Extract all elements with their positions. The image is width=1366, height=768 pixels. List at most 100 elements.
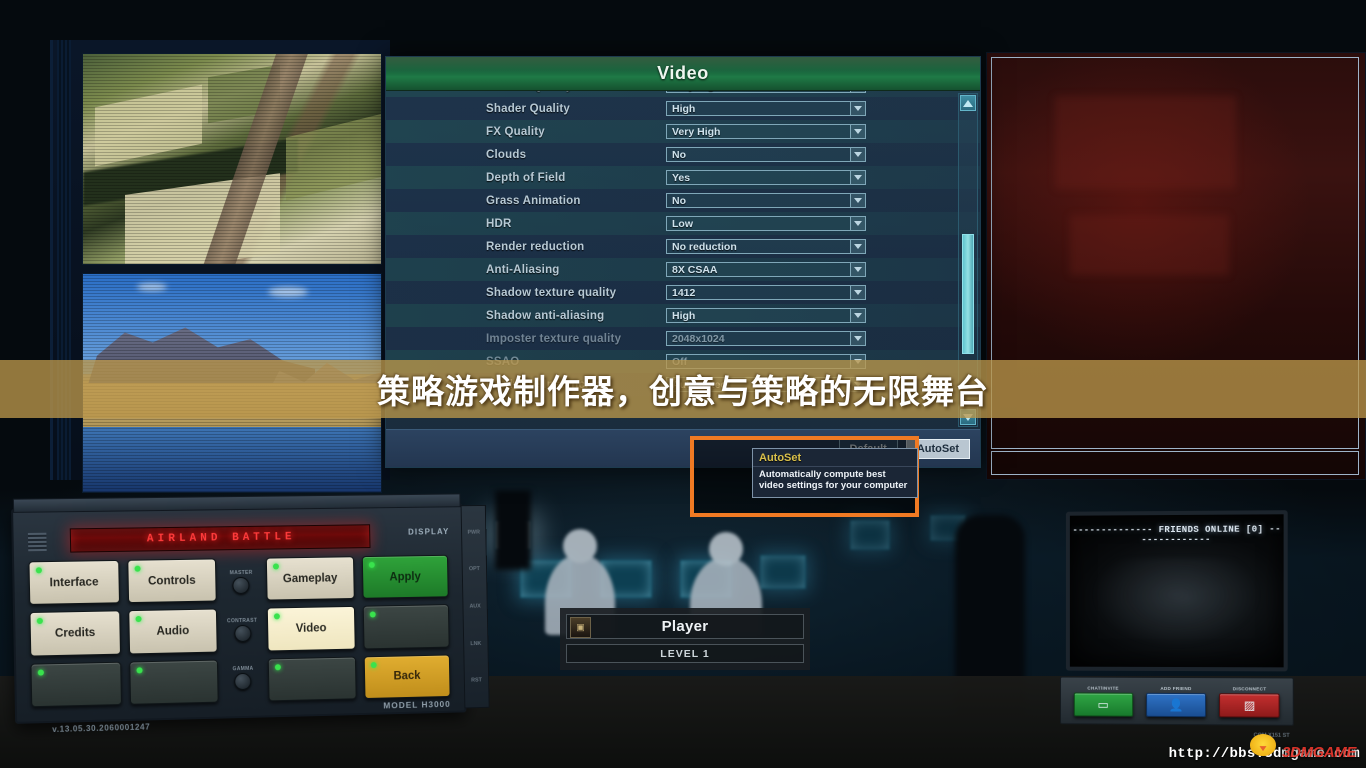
setting-dropdown[interactable]: Very High <box>666 91 866 93</box>
status-led-icon <box>134 616 142 623</box>
hw-button-apply[interactable]: Apply <box>361 554 449 600</box>
hw-button-video[interactable]: Video <box>266 606 356 652</box>
hw-button-controls[interactable]: Controls <box>126 558 217 604</box>
terminal-button-label: DISCONNECT <box>1232 685 1267 691</box>
knob-control[interactable]: CONTRAST <box>227 618 258 643</box>
hw-button-label: Credits <box>54 626 96 640</box>
chevron-down-icon[interactable] <box>850 148 865 161</box>
chick-mascot-icon <box>1250 734 1276 756</box>
setting-dropdown[interactable]: No <box>666 147 866 162</box>
video-window-titlebar: Video <box>386 57 980 91</box>
status-led-icon <box>274 663 281 670</box>
terminal-button-group: ADD FRIEND 👤 <box>1146 685 1207 717</box>
friends-online-header: -------------- FRIENDS ONLINE [0] ------… <box>1072 524 1282 546</box>
setting-label: Anti-Aliasing <box>486 263 560 276</box>
promo-banner-overlay: 策略游戏制作器，创意与策略的无限舞台 <box>0 360 1366 418</box>
status-led-icon <box>135 666 143 674</box>
terminal-button-blue[interactable]: 👤 <box>1146 692 1207 717</box>
tooltip-title: AutoSet <box>759 452 802 464</box>
hw-button-label: Controls <box>147 574 196 588</box>
hw-button-label: Gameplay <box>282 572 338 585</box>
chevron-down-icon[interactable] <box>850 240 865 253</box>
setting-dropdown[interactable]: Yes <box>666 170 866 185</box>
setting-value: 1412 <box>672 286 696 299</box>
knob-dial-icon[interactable] <box>232 576 251 595</box>
scrollbar-thumb[interactable] <box>962 234 974 354</box>
hw-button-interface[interactable]: Interface <box>28 559 120 606</box>
setting-row: Imposter texture quality 2048x1024 <box>386 327 980 350</box>
chevron-down-icon[interactable] <box>850 125 865 138</box>
hardware-model-label: MODEL H3000 <box>383 698 451 711</box>
setting-dropdown[interactable]: 8X CSAA <box>666 262 866 277</box>
setting-label: Shadow anti-aliasing <box>486 309 605 322</box>
knob-control[interactable]: GAMMA <box>233 666 254 691</box>
setting-dropdown[interactable]: High <box>666 308 866 323</box>
hw-button-blank[interactable] <box>362 604 450 650</box>
setting-dropdown[interactable]: Low <box>666 216 866 231</box>
chevron-down-icon[interactable] <box>850 263 865 276</box>
page-title: Video <box>657 63 709 83</box>
chevron-down-icon[interactable] <box>850 91 865 92</box>
hw-side-label: LNK <box>470 640 482 647</box>
hardware-case: AIRLAND BATTLE DISPLAY Interface Controls… <box>11 493 467 724</box>
knob-dial-icon[interactable] <box>233 624 251 643</box>
hw-button-blank[interactable] <box>128 659 219 705</box>
promo-banner-text: 策略游戏制作器，创意与策略的无限舞台 <box>377 372 989 411</box>
hw-button-blank[interactable] <box>30 661 122 708</box>
setting-dropdown[interactable]: No <box>666 193 866 208</box>
knob-control[interactable]: MASTER <box>230 570 253 595</box>
hw-button-gameplay[interactable]: Gameplay <box>265 556 355 601</box>
hw-button-back[interactable]: Back <box>363 654 451 700</box>
setting-dropdown[interactable]: Very High <box>666 124 866 139</box>
tooltip-body: Automatically compute best video setting… <box>753 466 917 497</box>
setting-dropdown[interactable]: 1412 <box>666 285 866 300</box>
setting-dropdown[interactable]: No reduction <box>666 239 866 254</box>
setting-dropdown[interactable]: High <box>666 101 866 116</box>
status-led-icon <box>37 669 44 676</box>
status-led-icon <box>369 611 376 618</box>
terminal-button-red[interactable]: ▨ <box>1219 692 1280 718</box>
bg-monitor <box>850 520 890 550</box>
status-led-icon <box>35 567 43 574</box>
terminal-screen: -------------- FRIENDS ONLINE [0] ------… <box>1065 510 1288 672</box>
hw-button-blank[interactable] <box>267 656 357 702</box>
terminal-button-row: CHAT/INVITE ▭ ADD FRIEND 👤 DISCONNECT ▨ <box>1060 676 1294 726</box>
hw-button-credits[interactable]: Credits <box>29 610 121 657</box>
setting-value: Very High <box>672 125 721 138</box>
hw-button-audio[interactable]: Audio <box>127 608 218 655</box>
bg-silhouette <box>495 490 531 570</box>
status-led-icon <box>133 565 141 572</box>
hardware-side-column: PWR OPT AUX LNK RST <box>460 504 490 709</box>
chevron-down-icon[interactable] <box>850 286 865 299</box>
terminal-button-green[interactable]: ▭ <box>1073 692 1133 717</box>
terminal-button-label: ADD FRIEND <box>1160 685 1192 691</box>
setting-label: Depth of Field <box>486 171 566 184</box>
player-name: Player <box>661 618 709 635</box>
site-watermark: http://bbs.3dmgame.com 3DMGAME <box>1169 734 1360 762</box>
chevron-down-icon[interactable] <box>850 217 865 230</box>
chevron-down-icon[interactable] <box>850 332 865 345</box>
setting-label: Ground Quality <box>486 91 666 92</box>
knob-column: MASTER CONTRAST GAMMA <box>224 558 261 703</box>
hw-button-label: Interface <box>49 576 99 590</box>
settings-list: Ground QualityVery HighShader QualityHig… <box>386 91 980 396</box>
setting-dropdown[interactable]: 2048x1024 <box>666 331 866 346</box>
setting-row: Shader Quality High <box>386 97 980 120</box>
chevron-down-icon[interactable] <box>850 102 865 115</box>
setting-label: Shadow texture quality <box>486 286 617 299</box>
hw-side-label: AUX <box>469 603 481 610</box>
player-name-row[interactable]: ▣ Player <box>566 614 804 639</box>
chevron-down-icon[interactable] <box>850 194 865 207</box>
hardware-top-bar <box>12 493 461 513</box>
setting-value: High <box>672 102 696 115</box>
scroll-up-arrow-icon[interactable] <box>960 95 976 111</box>
player-level: LEVEL 1 <box>566 644 804 663</box>
knob-dial-icon[interactable] <box>234 672 252 691</box>
chevron-down-icon[interactable] <box>850 171 865 184</box>
setting-value: No reduction <box>672 240 737 253</box>
setting-label: HDR <box>486 217 512 230</box>
setting-value: No <box>672 194 686 207</box>
terminal-button-group: DISCONNECT ▨ <box>1219 685 1280 718</box>
setting-row: Depth of Field Yes <box>386 166 980 189</box>
chevron-down-icon[interactable] <box>850 309 865 322</box>
